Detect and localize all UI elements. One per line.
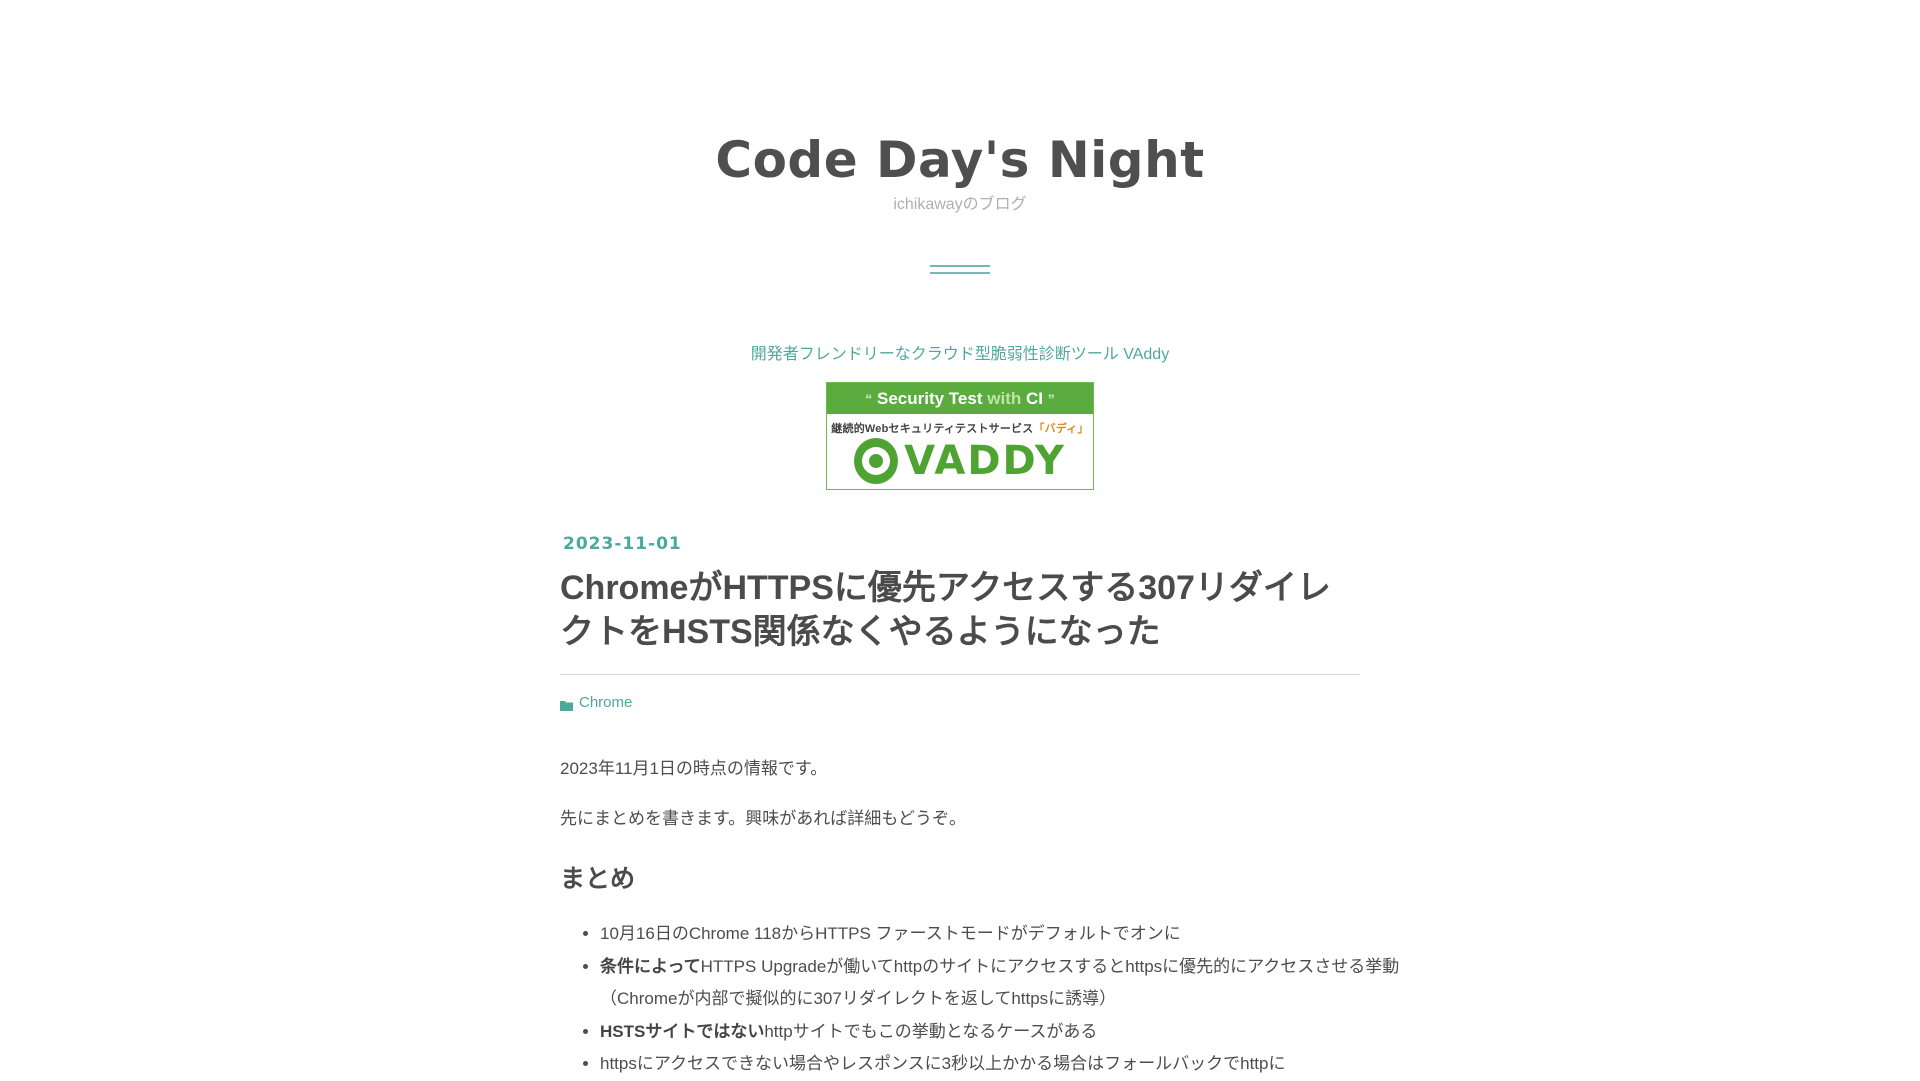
list-item: HSTSサイトではないhttpサイトでもこの挙動となるケースがある (600, 1016, 1400, 1049)
divider-line (930, 265, 990, 267)
banner-subtitle-text: 継続的Webセキュリティテストサービス (831, 423, 1034, 435)
title-separator (560, 674, 1360, 675)
list-item-text: httpsにアクセスできない場合やレスポンスに3秒以上かかる場合はフォールバック… (600, 1054, 1286, 1073)
category-link[interactable]: Chrome (560, 694, 632, 711)
banner-subtitle-highlight: 「バディ」 (1033, 423, 1089, 435)
paragraph: 先にまとめを書きます。興味があれば詳細もどうぞ。 (560, 809, 966, 828)
list-item: httpsにアクセスできない場合やレスポンスに3秒以上かかる場合はフォールバック… (600, 1048, 1400, 1081)
article-title[interactable]: ChromeがHTTPSに優先アクセスする307リダイレクトをHSTS関係なくや… (560, 566, 1360, 654)
vaddy-banner[interactable]: “ Security Test with CI ” 継続的Webセキュリティテス… (826, 382, 1094, 490)
vaddy-logo-text: VADDY (904, 438, 1066, 484)
list-item: 10月16日のChrome 118からHTTPS ファーストモードがデフォルトで… (600, 918, 1400, 951)
site-title[interactable]: Code Day's Night (0, 126, 1920, 194)
article-date[interactable]: 2023-11-01 (563, 530, 682, 558)
divider-line (930, 272, 990, 274)
header-divider (930, 265, 990, 274)
list-item-text: HTTPS Upgradeが働いてhttpのサイトにアクセスするとhttpsに優… (600, 956, 1400, 1009)
vaddy-ad-link[interactable]: 開発者フレンドリーなクラウド型脆弱性診断ツール VAddy (0, 343, 1920, 367)
banner-tagline: “ Security Test with CI ” (827, 383, 1093, 414)
vaddy-logo-icon (854, 438, 899, 484)
banner-subtitle: 継続的Webセキュリティテストサービス「バディ」 (827, 420, 1093, 436)
tagline-ci: CI (1025, 389, 1043, 408)
quote-close: ” (1047, 391, 1055, 407)
tagline-main: Security Test (877, 389, 983, 408)
list-item-text: httpサイトでもこの挙動となるケースがある (764, 1021, 1098, 1041)
list-item: 条件によってHTTPS Upgradeが働いてhttpのサイトにアクセスするとh… (600, 951, 1400, 1016)
vaddy-logo: VADDY (827, 438, 1093, 484)
section-heading: まとめ (560, 865, 636, 893)
folder-icon (560, 698, 573, 711)
list-item-bold: HSTSサイトではない (600, 1021, 765, 1041)
list-item-text: 10月16日のChrome 118からHTTPS ファーストモードがデフォルトで… (600, 924, 1181, 943)
paragraph: 2023年11月1日の時点の情報です。 (560, 759, 828, 778)
quote-open: “ (865, 391, 873, 407)
site-description: ichikawayのブログ (893, 196, 1027, 213)
summary-list: 10月16日のChrome 118からHTTPS ファーストモードがデフォルトで… (560, 918, 1400, 1081)
list-item-bold: 条件によって (600, 956, 701, 976)
category-label: Chrome (579, 694, 633, 711)
tagline-with: with (987, 389, 1022, 408)
